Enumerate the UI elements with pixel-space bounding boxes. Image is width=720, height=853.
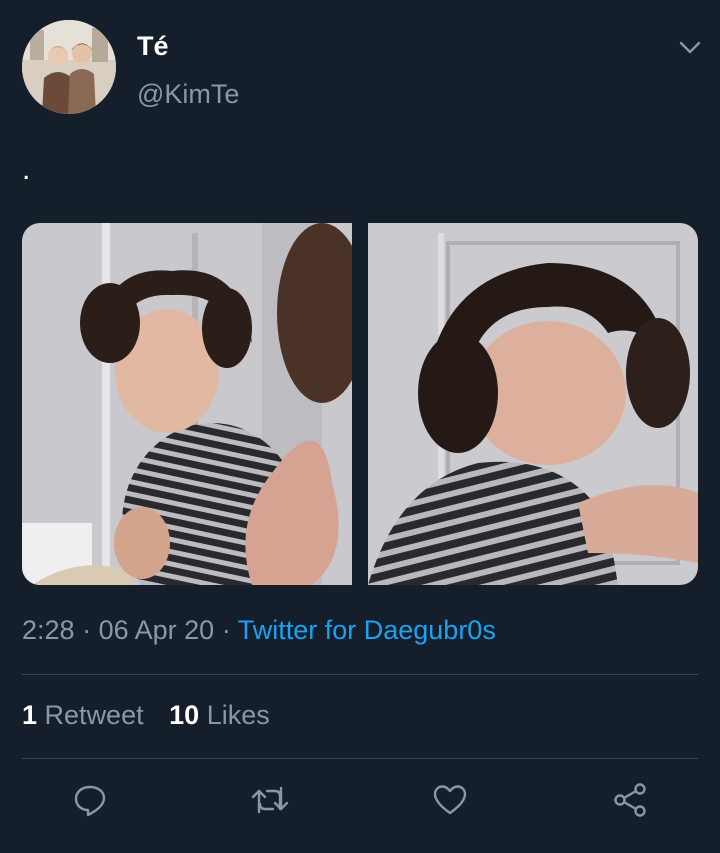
display-name[interactable]: Té	[137, 31, 169, 62]
tweet-stats: 1 Retweet 10 Likes	[22, 700, 270, 731]
likes-stat[interactable]: 10 Likes	[169, 700, 270, 731]
like-icon[interactable]	[428, 778, 472, 822]
tweet-source-link[interactable]: Twitter for Daegubr0s	[238, 615, 496, 645]
media-grid	[22, 223, 698, 585]
likes-count: 10	[169, 700, 200, 730]
avatar[interactable]	[22, 20, 116, 114]
share-icon[interactable]	[608, 778, 652, 822]
retweet-icon[interactable]	[248, 778, 292, 822]
tweet-timestamp: 2:28 · 06 Apr 20 · Twitter for Daegubr0s	[22, 615, 496, 646]
likes-label: Likes	[206, 700, 270, 730]
reply-icon[interactable]	[68, 778, 112, 822]
tweet-date[interactable]: 06 Apr 20	[99, 615, 215, 645]
photo-right[interactable]	[368, 223, 698, 585]
divider	[22, 758, 698, 759]
meta-separator: ·	[82, 615, 92, 645]
tweet-time[interactable]: 2:28	[22, 615, 75, 645]
user-handle[interactable]: @KimTe	[137, 79, 239, 110]
meta-separator: ·	[221, 615, 231, 645]
action-bar	[0, 778, 720, 822]
retweets-stat[interactable]: 1 Retweet	[22, 700, 144, 731]
chevron-down-icon[interactable]	[676, 35, 704, 59]
photo-left[interactable]	[22, 223, 352, 585]
retweets-count: 1	[22, 700, 38, 730]
retweets-label: Retweet	[44, 700, 144, 730]
divider	[22, 674, 698, 675]
tweet-text: .	[22, 153, 31, 186]
